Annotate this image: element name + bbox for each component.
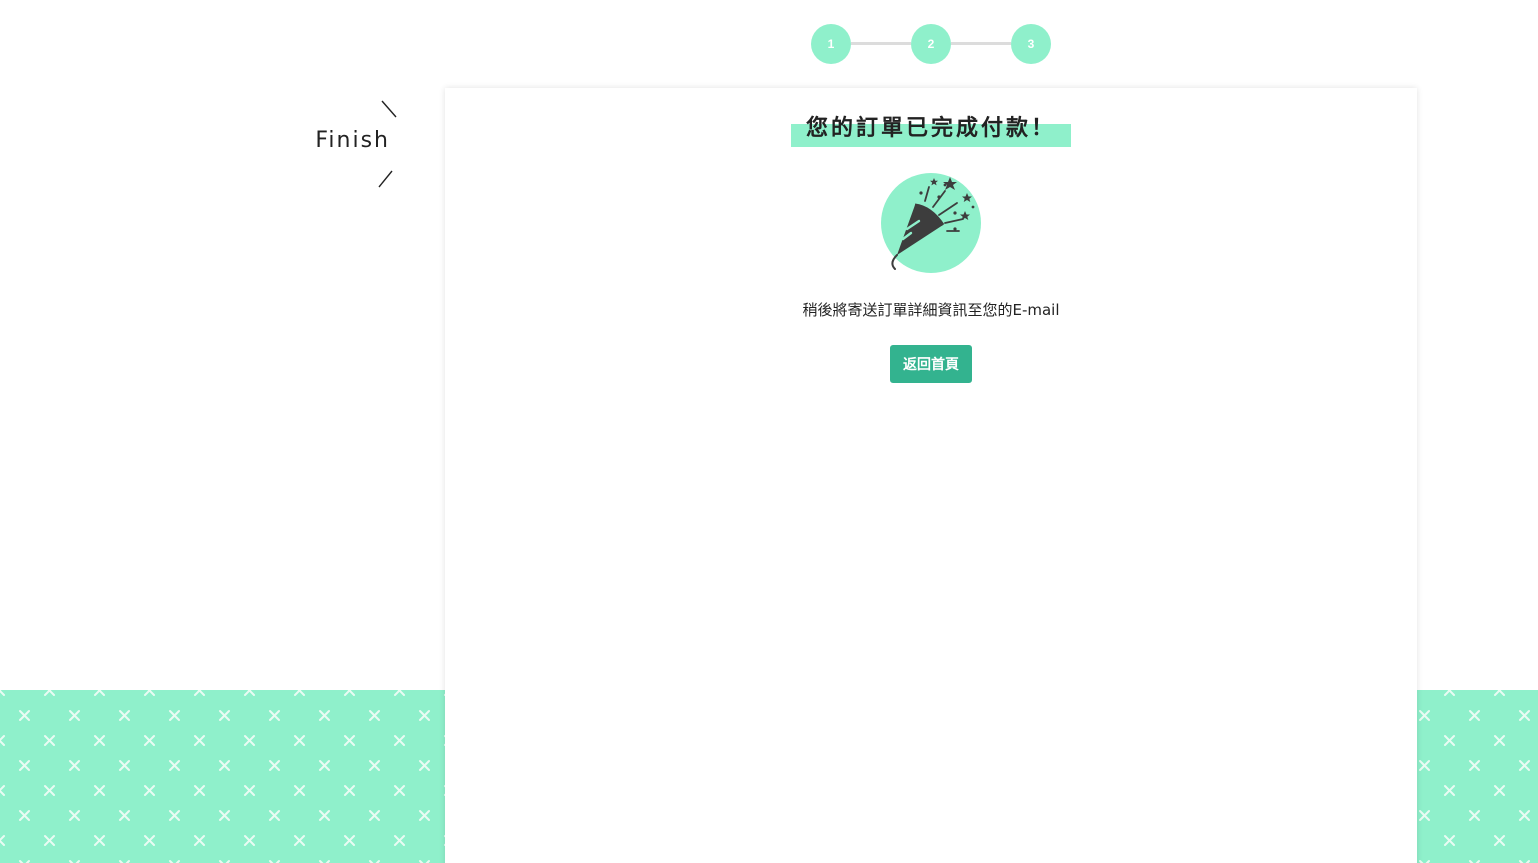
finish-label: Finish [315, 128, 390, 153]
stepper-connector [851, 42, 911, 45]
order-complete-card: 您的訂單已完成付款！ 稍後將寄送訂單詳細資訊至您的E-mail 返回首頁 [445, 88, 1417, 863]
step-2: 2 [911, 24, 951, 64]
slash-decoration-icon [378, 170, 393, 188]
page-title: 您的訂單已完成付款！ [791, 108, 1071, 148]
return-home-button[interactable]: 返回首頁 [890, 345, 972, 383]
page: 1 2 3 Finish 您的訂單已完成付款！ 稍後將寄送訂單詳細資訊至您的E-… [0, 0, 1538, 863]
email-notice: 稍後將寄送訂單詳細資訊至您的E-mail [802, 301, 1060, 319]
stepper-connector [951, 42, 1011, 45]
title-text: 您的訂單已完成付款！ [805, 116, 1056, 141]
step-side-label: Finish [300, 96, 410, 192]
step-3: 3 [1011, 24, 1051, 64]
backslash-decoration-icon [381, 100, 397, 118]
step-1: 1 [811, 24, 851, 64]
progress-stepper: 1 2 3 [811, 24, 1051, 64]
party-popper-icon [881, 173, 981, 273]
